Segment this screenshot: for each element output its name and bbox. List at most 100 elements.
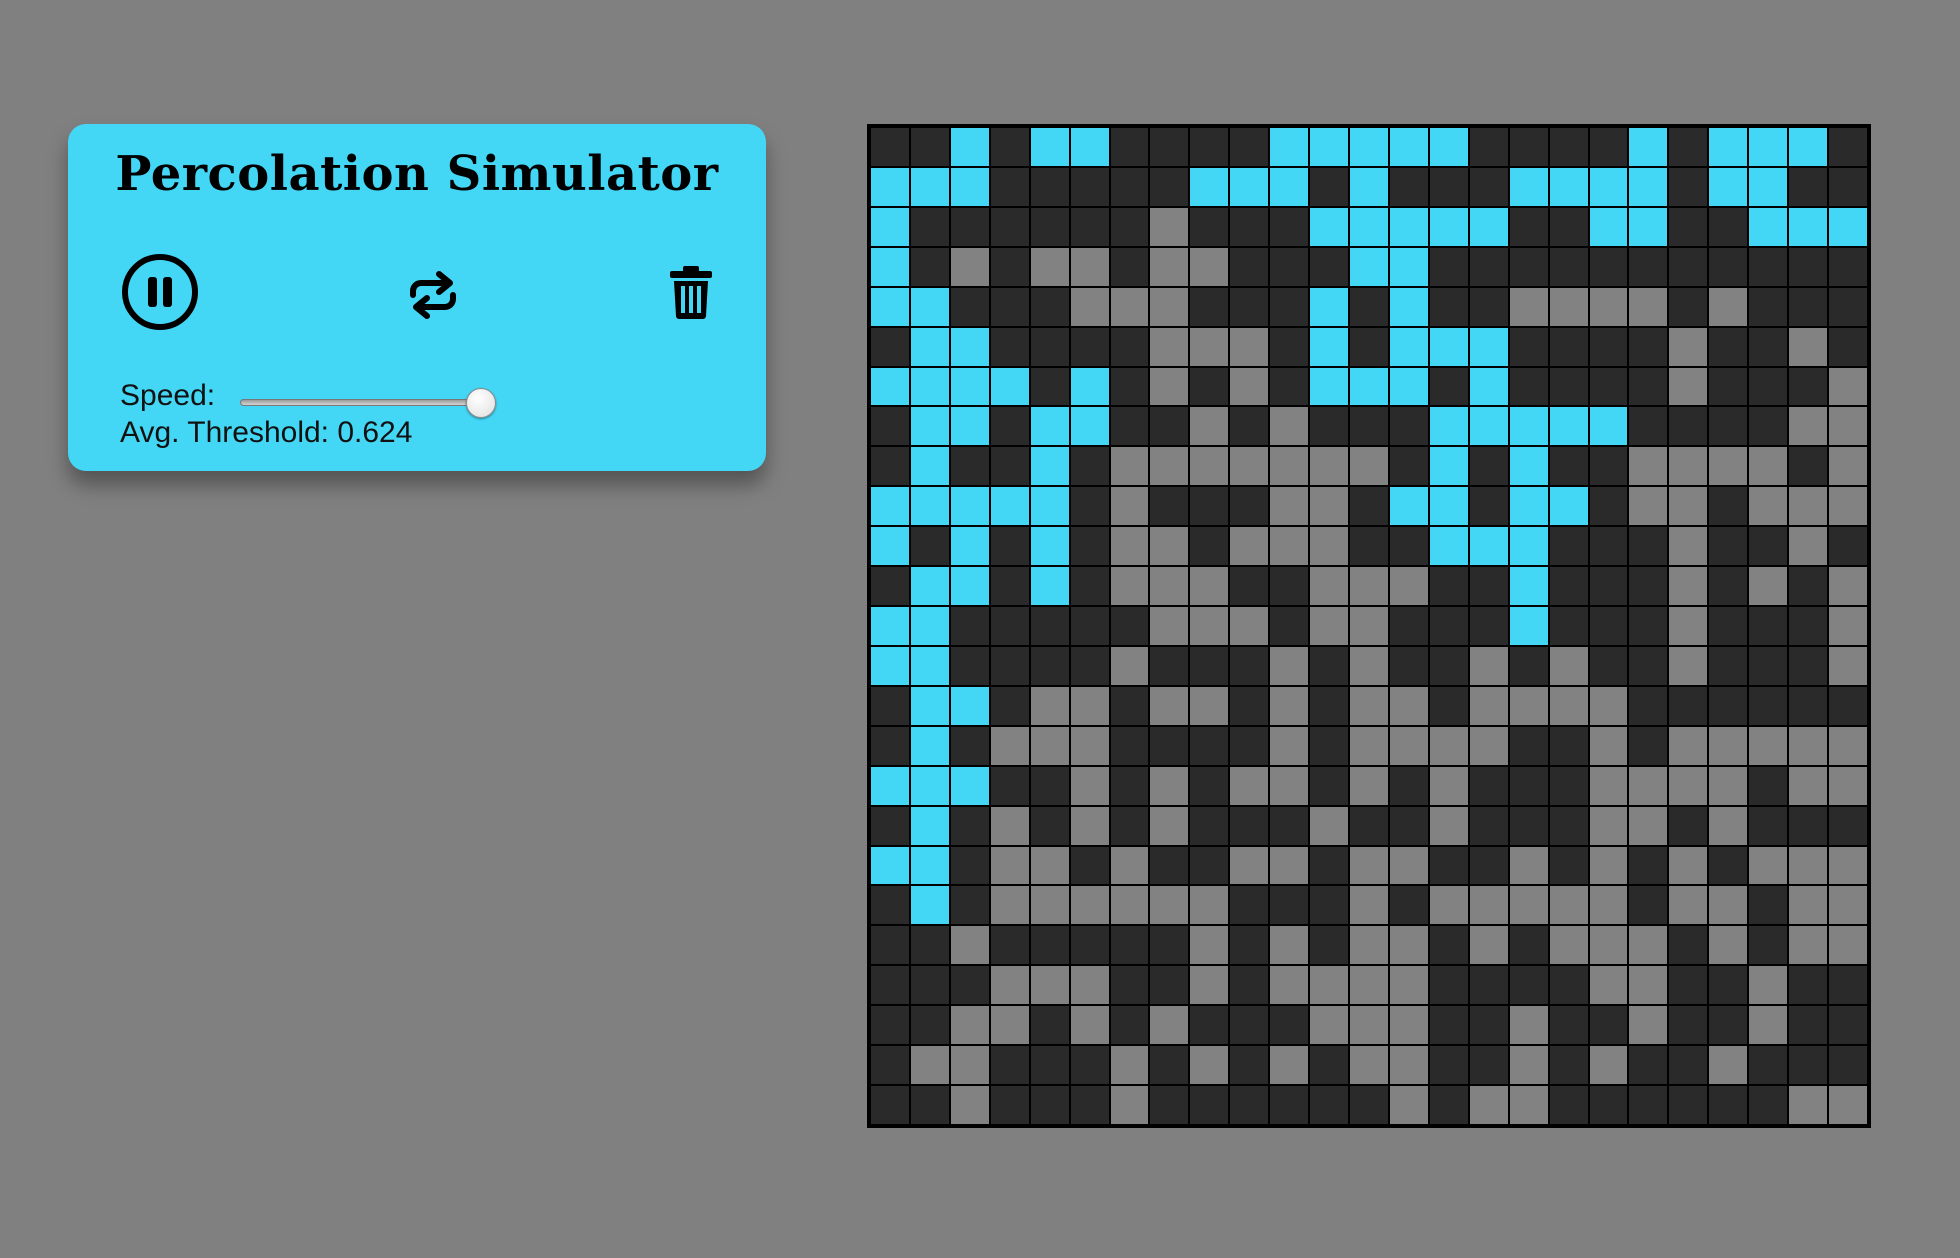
open-cell[interactable] <box>1789 926 1828 965</box>
blocked-cell[interactable] <box>1230 128 1269 166</box>
blocked-cell[interactable] <box>990 1086 1029 1124</box>
open-cell[interactable] <box>1749 447 1788 486</box>
open-cell[interactable] <box>950 1086 989 1124</box>
blocked-cell[interactable] <box>1110 128 1149 166</box>
filled-cell[interactable] <box>1030 128 1069 166</box>
blocked-cell[interactable] <box>1030 926 1069 965</box>
blocked-cell[interactable] <box>1589 247 1628 286</box>
open-cell[interactable] <box>1350 966 1388 1005</box>
open-cell[interactable] <box>1190 607 1229 645</box>
open-cell[interactable] <box>1469 726 1508 765</box>
filled-cell[interactable] <box>1589 407 1628 446</box>
open-cell[interactable] <box>1389 567 1428 606</box>
filled-cell[interactable] <box>1789 128 1828 166</box>
filled-cell[interactable] <box>950 766 989 805</box>
blocked-cell[interactable] <box>1829 247 1867 286</box>
open-cell[interactable] <box>990 846 1029 885</box>
open-cell[interactable] <box>1389 846 1428 885</box>
blocked-cell[interactable] <box>1429 247 1468 286</box>
filled-cell[interactable] <box>1709 128 1748 166</box>
filled-cell[interactable] <box>910 846 949 885</box>
filled-cell[interactable] <box>1350 167 1388 206</box>
open-cell[interactable] <box>1350 567 1388 606</box>
open-cell[interactable] <box>1549 686 1588 725</box>
blocked-cell[interactable] <box>990 207 1029 246</box>
blocked-cell[interactable] <box>1749 607 1788 645</box>
blocked-cell[interactable] <box>1829 128 1867 166</box>
open-cell[interactable] <box>1110 1046 1149 1085</box>
open-cell[interactable] <box>1310 527 1349 566</box>
open-cell[interactable] <box>1829 367 1867 406</box>
blocked-cell[interactable] <box>1070 926 1109 965</box>
open-cell[interactable] <box>1509 846 1548 885</box>
blocked-cell[interactable] <box>1469 766 1508 805</box>
blocked-cell[interactable] <box>1310 766 1349 805</box>
filled-cell[interactable] <box>1310 327 1349 366</box>
blocked-cell[interactable] <box>1150 1046 1189 1085</box>
blocked-cell[interactable] <box>950 726 989 765</box>
open-cell[interactable] <box>1350 686 1388 725</box>
filled-cell[interactable] <box>1469 327 1508 366</box>
open-cell[interactable] <box>1070 247 1109 286</box>
blocked-cell[interactable] <box>1789 367 1828 406</box>
open-cell[interactable] <box>1509 886 1548 925</box>
blocked-cell[interactable] <box>871 1086 909 1124</box>
open-cell[interactable] <box>1549 926 1588 965</box>
open-cell[interactable] <box>1829 1086 1867 1124</box>
open-cell[interactable] <box>1829 447 1867 486</box>
blocked-cell[interactable] <box>1589 487 1628 526</box>
open-cell[interactable] <box>1350 766 1388 805</box>
filled-cell[interactable] <box>950 128 989 166</box>
filled-cell[interactable] <box>1549 167 1588 206</box>
open-cell[interactable] <box>1589 926 1628 965</box>
blocked-cell[interactable] <box>1389 447 1428 486</box>
open-cell[interactable] <box>1709 726 1748 765</box>
blocked-cell[interactable] <box>910 966 949 1005</box>
blocked-cell[interactable] <box>1350 327 1388 366</box>
open-cell[interactable] <box>1350 607 1388 645</box>
filled-cell[interactable] <box>1350 207 1388 246</box>
open-cell[interactable] <box>1230 607 1269 645</box>
blocked-cell[interactable] <box>1789 966 1828 1005</box>
blocked-cell[interactable] <box>1110 247 1149 286</box>
filled-cell[interactable] <box>871 247 909 286</box>
blocked-cell[interactable] <box>990 766 1029 805</box>
blocked-cell[interactable] <box>1310 686 1349 725</box>
blocked-cell[interactable] <box>1190 287 1229 326</box>
filled-cell[interactable] <box>1549 487 1588 526</box>
open-cell[interactable] <box>1429 886 1468 925</box>
filled-cell[interactable] <box>1429 527 1468 566</box>
percolation-grid[interactable] <box>867 124 1871 1128</box>
blocked-cell[interactable] <box>1469 247 1508 286</box>
blocked-cell[interactable] <box>1429 646 1468 685</box>
blocked-cell[interactable] <box>1469 1046 1508 1085</box>
open-cell[interactable] <box>1310 806 1349 845</box>
open-cell[interactable] <box>1270 487 1309 526</box>
open-cell[interactable] <box>990 886 1029 925</box>
blocked-cell[interactable] <box>1549 766 1588 805</box>
open-cell[interactable] <box>1150 766 1189 805</box>
blocked-cell[interactable] <box>1749 886 1788 925</box>
filled-cell[interactable] <box>1469 207 1508 246</box>
blocked-cell[interactable] <box>1469 287 1508 326</box>
open-cell[interactable] <box>1350 926 1388 965</box>
open-cell[interactable] <box>1150 367 1189 406</box>
filled-cell[interactable] <box>1429 447 1468 486</box>
open-cell[interactable] <box>1629 487 1668 526</box>
open-cell[interactable] <box>1389 926 1428 965</box>
open-cell[interactable] <box>1549 886 1588 925</box>
blocked-cell[interactable] <box>990 686 1029 725</box>
open-cell[interactable] <box>1110 527 1149 566</box>
blocked-cell[interactable] <box>1669 247 1708 286</box>
blocked-cell[interactable] <box>1829 327 1867 366</box>
blocked-cell[interactable] <box>1469 806 1508 845</box>
filled-cell[interactable] <box>1270 167 1309 206</box>
open-cell[interactable] <box>1030 686 1069 725</box>
blocked-cell[interactable] <box>1749 367 1788 406</box>
blocked-cell[interactable] <box>1749 287 1788 326</box>
blocked-cell[interactable] <box>1749 407 1788 446</box>
blocked-cell[interactable] <box>1230 1086 1269 1124</box>
filled-cell[interactable] <box>910 686 949 725</box>
open-cell[interactable] <box>1669 646 1708 685</box>
blocked-cell[interactable] <box>1549 806 1588 845</box>
